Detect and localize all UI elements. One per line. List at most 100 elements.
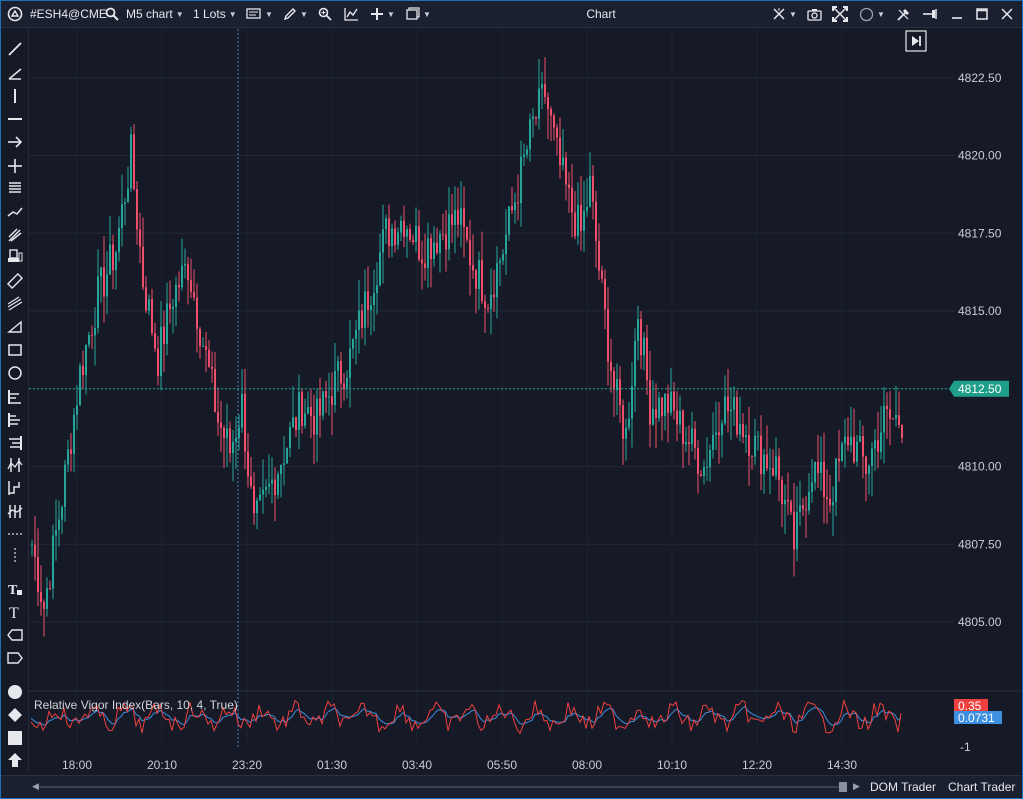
x-tick-label: 03:40 <box>402 758 432 772</box>
chart-grid <box>29 29 954 747</box>
chevron-down-icon: ▼ <box>423 9 431 19</box>
drawing-pencil-button[interactable]: ▼ <box>283 1 308 28</box>
horizontal-scrollbar[interactable] <box>29 782 859 792</box>
time-axis[interactable]: 18:00 20:10 23:20 01:30 03:40 05:50 08:00 10:10… <box>62 758 857 772</box>
expand-icon[interactable] <box>832 1 848 28</box>
pitchfork-tool-icon[interactable] <box>5 225 25 245</box>
pin-icon[interactable] <box>922 1 938 28</box>
candle-body <box>175 284 177 307</box>
candle-body <box>589 175 591 207</box>
candle-body <box>64 464 66 507</box>
candle-body <box>187 263 189 281</box>
zoom-icon[interactable] <box>318 1 332 28</box>
text-lock-tool-icon[interactable]: T <box>5 579 25 599</box>
ray-angle-tool-icon[interactable] <box>5 63 25 83</box>
candle-body <box>268 483 270 487</box>
chart-canvas[interactable]: 4822.50 4820.00 4817.50 4815.00 4812.50 4810.… <box>29 29 1022 773</box>
arrow-up-marker-tool-icon[interactable] <box>5 750 25 770</box>
candle-body <box>574 212 576 237</box>
link-color-button[interactable]: ▼ <box>859 1 885 28</box>
indicators-icon[interactable] <box>344 1 359 28</box>
rvi-blue-value-tag: 0.0731 <box>954 711 1002 725</box>
stamp-tool-icon[interactable] <box>5 247 25 267</box>
minimize-button[interactable] <box>951 1 963 28</box>
candle-body <box>157 348 159 376</box>
fib-timezone-tool-icon[interactable] <box>5 433 25 453</box>
candle-body <box>634 340 636 387</box>
diamond-marker-tool-icon[interactable] <box>5 705 25 725</box>
candle-body <box>580 204 582 231</box>
crosshair-sync-button[interactable]: ▼ <box>772 1 797 28</box>
candle-body <box>715 432 717 435</box>
add-crosshair-button[interactable]: ▼ <box>370 1 395 28</box>
price-axis[interactable]: 4822.50 4820.00 4817.50 4815.00 4812.50 4810.… <box>958 71 1002 629</box>
candle-body <box>832 502 834 506</box>
step-line-tool-icon[interactable] <box>5 478 25 498</box>
x-tick-label: 12:20 <box>742 758 772 772</box>
triangle-tool-icon[interactable] <box>5 317 25 337</box>
candle-body <box>826 496 828 499</box>
maximize-button[interactable] <box>976 1 988 28</box>
scroll-to-end-button[interactable] <box>905 30 927 52</box>
candle-body <box>373 292 375 306</box>
price-label-tool-icon[interactable] <box>5 625 25 645</box>
candle-body <box>124 202 126 204</box>
close-button[interactable] <box>1001 1 1013 28</box>
candle-body <box>724 396 726 424</box>
square-marker-tool-icon[interactable] <box>5 728 25 748</box>
scrollbar-thumb[interactable] <box>839 782 847 792</box>
indicator-label[interactable]: Relative Vigor Index(Bars, 10, 4, True) <box>34 698 238 712</box>
scroll-right-icon[interactable]: ▶ <box>853 781 860 792</box>
chart-panel[interactable]: 4822.50 4820.00 4817.50 4815.00 4812.50 4810.… <box>29 29 1022 773</box>
candle-body <box>874 440 876 449</box>
ruler-tool-icon[interactable] <box>5 271 25 291</box>
candle-body <box>43 602 45 609</box>
fibonacci-tool-icon[interactable] <box>5 387 25 407</box>
horizontal-line-tool-icon[interactable] <box>5 109 25 129</box>
settings-tools-icon[interactable] <box>896 1 911 28</box>
candle-body <box>490 294 492 310</box>
candle-body <box>544 84 546 97</box>
candle-body <box>871 448 873 466</box>
candle-body <box>829 498 831 506</box>
candle-body <box>346 377 348 389</box>
vertical-line-tool-icon[interactable] <box>5 86 25 106</box>
candle-body <box>34 544 36 558</box>
symbol-search-icon[interactable] <box>105 1 119 28</box>
lots-dropdown[interactable]: 1 Lots ▼ <box>193 1 237 28</box>
candle-body <box>502 254 504 261</box>
play-end-icon <box>912 36 919 46</box>
candle-body <box>310 406 312 417</box>
templates-button[interactable]: ▼ <box>406 1 431 28</box>
parallel-lines-tool-icon[interactable] <box>5 178 25 198</box>
fib-extension-tool-icon[interactable] <box>5 410 25 430</box>
symbol-selector[interactable]: #ESH4@CME <box>30 1 107 28</box>
candle-body <box>499 260 501 264</box>
text-tool-icon[interactable]: T <box>5 602 25 622</box>
trendline-tool-icon[interactable] <box>5 39 25 59</box>
timeframe-dropdown[interactable]: M5 chart ▼ <box>126 1 184 28</box>
candle-body <box>394 228 396 245</box>
gann-tool-icon[interactable] <box>5 455 25 475</box>
arrow-tool-icon[interactable] <box>5 132 25 152</box>
candle-body <box>631 386 633 419</box>
status-bar: ◀ ▶ DOM Trader Chart Trader <box>1 775 1022 798</box>
ellipse-tool-icon[interactable] <box>5 363 25 383</box>
channel-tool-icon[interactable] <box>5 294 25 314</box>
chevron-down-icon: ▼ <box>300 9 308 19</box>
x-tick-label: 08:00 <box>572 758 602 772</box>
chart-type-button[interactable]: ▼ <box>246 1 273 28</box>
candle-body <box>370 305 372 310</box>
rectangle-tool-icon[interactable] <box>5 340 25 360</box>
crosshair-tool-icon[interactable] <box>5 156 25 176</box>
callout-tool-icon[interactable] <box>5 648 25 668</box>
dom-trader-button[interactable]: DOM Trader <box>870 776 936 799</box>
candle-body <box>547 96 549 109</box>
polyline-tool-icon[interactable] <box>5 202 25 222</box>
app-logo-icon[interactable] <box>7 1 23 28</box>
cycle-lines-tool-icon[interactable] <box>5 501 25 521</box>
circle-marker-tool-icon[interactable] <box>5 682 25 702</box>
chart-trader-button[interactable]: Chart Trader <box>948 776 1015 799</box>
candle-body <box>778 456 780 480</box>
camera-icon[interactable] <box>807 1 822 28</box>
